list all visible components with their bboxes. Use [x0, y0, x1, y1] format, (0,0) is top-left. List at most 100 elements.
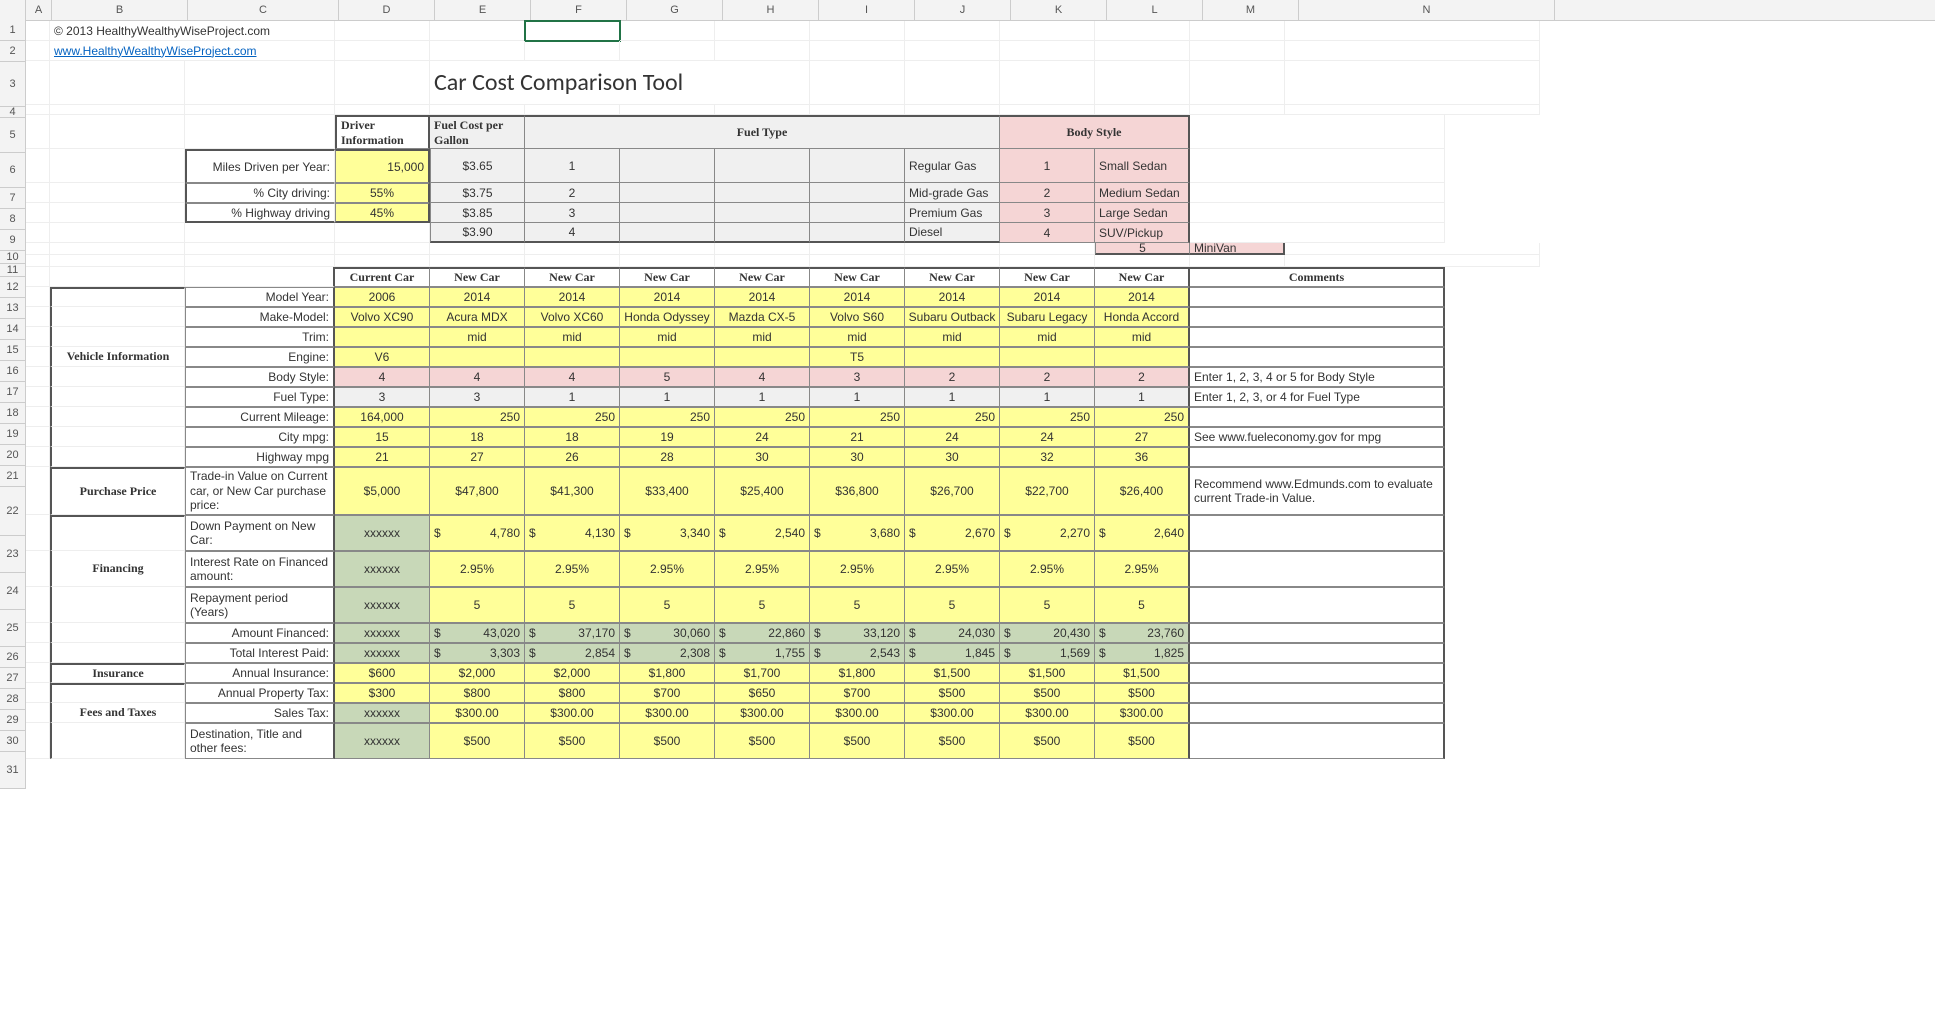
col-header-D[interactable]: D [339, 0, 435, 20]
cell[interactable] [25, 149, 50, 183]
cell[interactable] [1000, 61, 1095, 105]
car-8-st[interactable]: $300.00 [1095, 703, 1190, 723]
row-header-7[interactable]: 7 [0, 188, 25, 209]
comment-dt[interactable] [1190, 723, 1445, 759]
cell[interactable] [620, 149, 715, 183]
cell[interactable] [25, 427, 50, 447]
cell[interactable] [1285, 243, 1540, 255]
car-3-af[interactable]: $30,060 [620, 623, 715, 643]
cell[interactable] [25, 587, 50, 623]
cell[interactable] [25, 243, 50, 255]
cell[interactable] [1000, 243, 1095, 255]
car-1-ir[interactable]: 2.95% [430, 551, 525, 587]
cell[interactable] [715, 105, 810, 115]
car-2-pp[interactable]: $41,300 [525, 467, 620, 515]
row-header-11[interactable]: 11 [0, 264, 25, 277]
car-1-cm[interactable]: 250 [430, 407, 525, 427]
cell[interactable] [430, 243, 525, 255]
cell[interactable] [25, 115, 50, 149]
cell[interactable] [620, 21, 715, 41]
cell[interactable] [810, 21, 905, 41]
car-4-st[interactable]: $300.00 [715, 703, 810, 723]
car-5-ft[interactable]: 1 [810, 387, 905, 407]
cell[interactable] [715, 203, 810, 223]
car-6-cmpg[interactable]: 24 [905, 427, 1000, 447]
car-3-cmpg[interactable]: 19 [620, 427, 715, 447]
car-8-dt[interactable]: $500 [1095, 723, 1190, 759]
cell[interactable] [335, 255, 430, 267]
car-8-ir[interactable]: 2.95% [1095, 551, 1190, 587]
cell[interactable] [50, 267, 185, 287]
car-1-mm[interactable]: Acura MDX [430, 307, 525, 327]
car-4-rp[interactable]: 5 [715, 587, 810, 623]
row-header-19[interactable]: 19 [0, 424, 25, 445]
car-4-ai[interactable]: $1,700 [715, 663, 810, 683]
car-2-ir[interactable]: 2.95% [525, 551, 620, 587]
car-5-ai[interactable]: $1,800 [810, 663, 905, 683]
cell[interactable] [620, 223, 715, 243]
cell[interactable] [525, 243, 620, 255]
car-3-tr[interactable]: mid [620, 327, 715, 347]
cell[interactable] [185, 115, 335, 149]
car-7-apt[interactable]: $500 [1000, 683, 1095, 703]
car-0-st[interactable]: xxxxxx [335, 703, 430, 723]
car-4-cm[interactable]: 250 [715, 407, 810, 427]
cell[interactable] [25, 703, 50, 723]
cell[interactable] [1000, 41, 1095, 61]
cell[interactable] [525, 105, 620, 115]
cell[interactable] [25, 407, 50, 427]
car-7-tr[interactable]: mid [1000, 327, 1095, 347]
car-5-cm[interactable]: 250 [810, 407, 905, 427]
cell[interactable] [1095, 41, 1190, 61]
cell[interactable] [810, 255, 905, 267]
car-6-ir[interactable]: 2.95% [905, 551, 1000, 587]
car-2-cmpg[interactable]: 18 [525, 427, 620, 447]
cell[interactable] [430, 105, 525, 115]
cell[interactable] [905, 243, 1000, 255]
row-header-31[interactable]: 31 [0, 752, 25, 789]
car-4-dt[interactable]: $500 [715, 723, 810, 759]
col-header-N[interactable]: N [1299, 0, 1555, 20]
car-8-en[interactable] [1095, 347, 1190, 367]
cell[interactable] [715, 149, 810, 183]
car-6-af[interactable]: $24,030 [905, 623, 1000, 643]
cell[interactable] [25, 623, 50, 643]
car-7-hmpg[interactable]: 32 [1000, 447, 1095, 467]
col-header-A[interactable]: A [26, 0, 52, 20]
car-8-dp[interactable]: $2,640 [1095, 515, 1190, 551]
car-3-ft[interactable]: 1 [620, 387, 715, 407]
cell[interactable] [1190, 61, 1285, 105]
car-2-en[interactable] [525, 347, 620, 367]
cell[interactable] [1190, 183, 1445, 203]
cell[interactable] [620, 203, 715, 223]
cell[interactable] [430, 255, 525, 267]
col-header-E[interactable]: E [435, 0, 531, 20]
car-5-hmpg[interactable]: 30 [810, 447, 905, 467]
comment-hmpg[interactable] [1190, 447, 1445, 467]
row-header-6[interactable]: 6 [0, 153, 25, 188]
car-1-dp[interactable]: $4,780 [430, 515, 525, 551]
car-4-mm[interactable]: Mazda CX-5 [715, 307, 810, 327]
car-5-rp[interactable]: 5 [810, 587, 905, 623]
car-4-apt[interactable]: $650 [715, 683, 810, 703]
car-7-ir[interactable]: 2.95% [1000, 551, 1095, 587]
car-6-my[interactable]: 2014 [905, 287, 1000, 307]
car-6-bs[interactable]: 2 [905, 367, 1000, 387]
cell[interactable] [25, 41, 50, 61]
row-header-25[interactable]: 25 [0, 610, 25, 647]
cell[interactable] [185, 105, 335, 115]
car-6-apt[interactable]: $500 [905, 683, 1000, 703]
comment-af[interactable] [1190, 623, 1445, 643]
car-1-en[interactable] [430, 347, 525, 367]
cell[interactable] [1285, 41, 1540, 61]
cell[interactable] [25, 21, 50, 41]
car-8-ft[interactable]: 1 [1095, 387, 1190, 407]
spreadsheet[interactable]: ABCDEFGHIJKLMN 1234567891011121314151617… [0, 0, 1935, 759]
cell[interactable] [810, 61, 905, 105]
car-3-rp[interactable]: 5 [620, 587, 715, 623]
cell[interactable] [620, 105, 715, 115]
cell[interactable] [1285, 105, 1540, 115]
car-2-dp[interactable]: $4,130 [525, 515, 620, 551]
car-6-dt[interactable]: $500 [905, 723, 1000, 759]
cell[interactable] [25, 683, 50, 703]
